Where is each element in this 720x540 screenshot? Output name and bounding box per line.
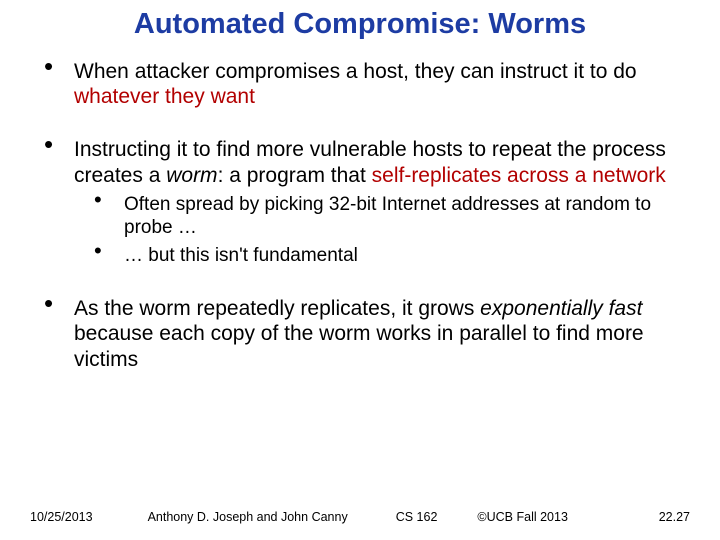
footer-copyright: ©UCB Fall 2013 bbox=[477, 510, 568, 524]
bullet-3-text-a: As the worm repeatedly replicates, it gr… bbox=[74, 297, 480, 320]
bullet-3-italic: exponentially fast bbox=[480, 297, 642, 320]
footer-authors: Anthony D. Joseph and John Canny bbox=[148, 510, 348, 524]
slide: Automated Compromise: Worms When attacke… bbox=[0, 0, 720, 540]
bullet-2-sub-2: … but this isn't fundamental bbox=[94, 245, 690, 268]
bullet-3: As the worm repeatedly replicates, it gr… bbox=[44, 296, 690, 372]
bullet-1: When attacker compromises a host, they c… bbox=[44, 59, 690, 109]
bullet-1-emph: whatever they want bbox=[74, 85, 255, 108]
bullet-2-emph-b: across a network bbox=[507, 164, 666, 187]
bullet-2-italic: worm bbox=[166, 164, 217, 187]
bullet-2-sublist: Often spread by picking 32-bit Internet … bbox=[74, 194, 690, 268]
bullet-2: Instructing it to find more vulnerable h… bbox=[44, 137, 690, 268]
bullet-2-text-b: : a program that bbox=[218, 164, 372, 187]
footer-page: 22.27 bbox=[659, 510, 690, 524]
footer: 10/25/2013 Anthony D. Joseph and John Ca… bbox=[0, 510, 720, 524]
bullet-2-sub-1: Often spread by picking 32-bit Internet … bbox=[94, 194, 690, 240]
bullet-list: When attacker compromises a host, they c… bbox=[30, 59, 690, 372]
footer-date: 10/25/2013 bbox=[30, 510, 93, 524]
slide-title: Automated Compromise: Worms bbox=[30, 8, 690, 41]
bullet-1-text: When attacker compromises a host, they c… bbox=[74, 60, 637, 83]
bullet-3-text-b: because each copy of the worm works in p… bbox=[74, 322, 644, 370]
bullet-2-emph-a: self-replicates bbox=[372, 164, 507, 187]
footer-course: CS 162 bbox=[396, 510, 438, 524]
